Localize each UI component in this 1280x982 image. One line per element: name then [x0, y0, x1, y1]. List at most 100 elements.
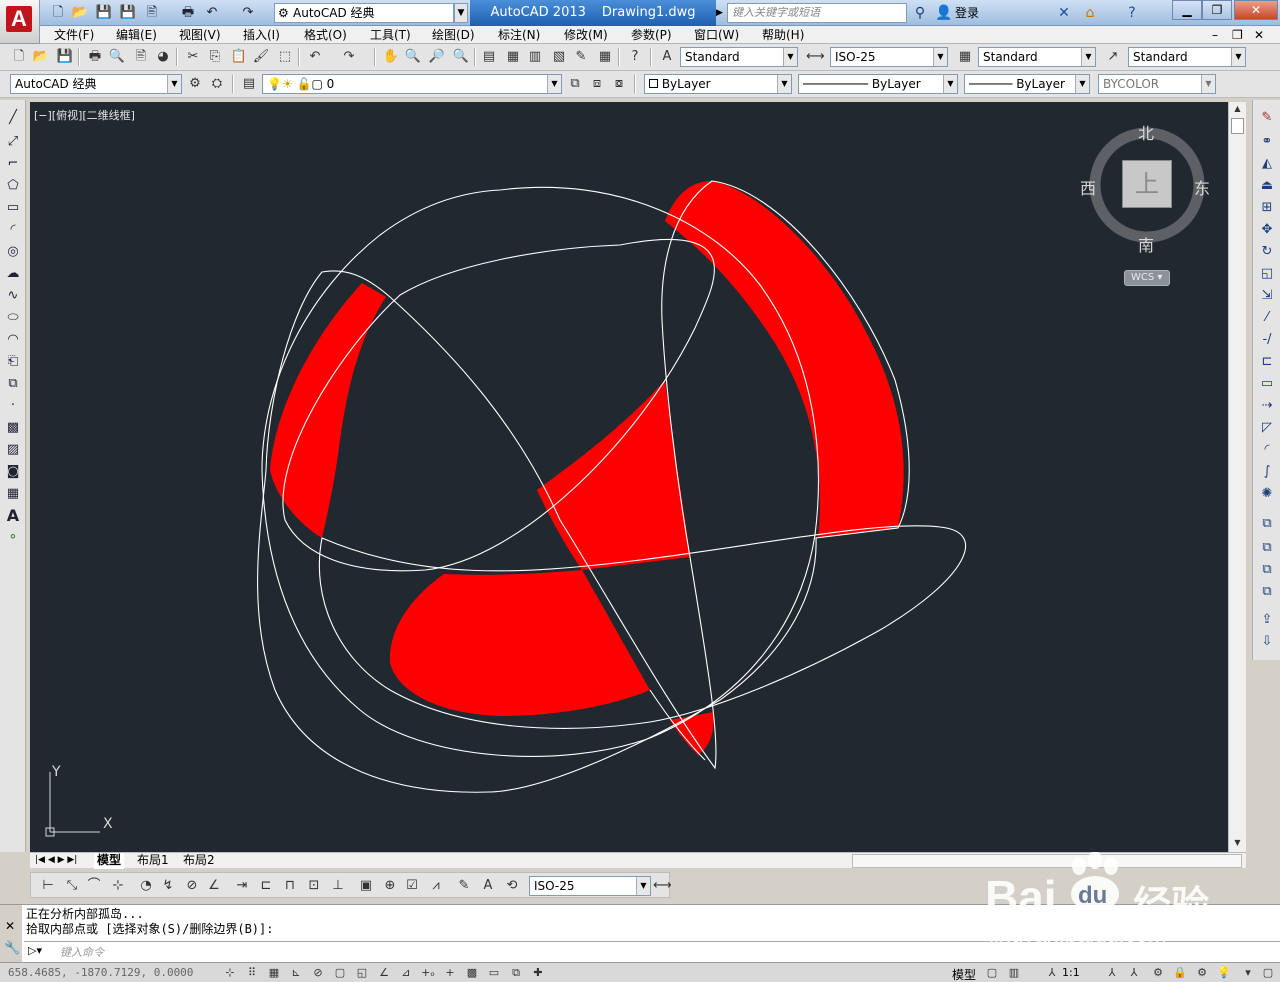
plotstyle-select[interactable]: BYCOLOR ▼: [1098, 74, 1216, 94]
arc-icon[interactable]: ◜: [3, 220, 23, 240]
annotation-visibility-icon[interactable]: ⅄: [1104, 965, 1120, 981]
extend-icon[interactable]: -/: [1257, 330, 1277, 350]
clean-screen-icon[interactable]: ▢: [1260, 965, 1276, 981]
quick-view-layouts-icon[interactable]: ▢: [984, 965, 1000, 981]
menu-draw[interactable]: 绘图(D): [432, 26, 475, 44]
offset-icon[interactable]: ⏏: [1257, 176, 1277, 196]
tab-model[interactable]: 模型: [94, 853, 125, 869]
osnap-icon[interactable]: ▢: [332, 965, 348, 981]
mdi-close-button[interactable]: ✕: [1254, 26, 1264, 44]
rectangle-icon[interactable]: ▭: [3, 198, 23, 218]
center-mark-icon[interactable]: ⊕: [381, 877, 399, 895]
layer-properties-icon[interactable]: ▤: [240, 75, 258, 93]
redo-icon[interactable]: ↷: [238, 3, 258, 23]
application-menu-button[interactable]: A: [0, 0, 40, 44]
tab-layout1[interactable]: 布局1: [134, 853, 172, 869]
zoom-previous-icon[interactable]: 🔍: [452, 48, 470, 66]
zoom-window-icon[interactable]: 🔎: [428, 48, 446, 66]
menu-parametric[interactable]: 参数(P): [631, 26, 672, 44]
baseline-dim-icon[interactable]: ⊏: [257, 877, 275, 895]
point-icon[interactable]: ·: [3, 396, 23, 416]
properties-icon[interactable]: ▤: [480, 48, 498, 66]
help-icon[interactable]: ?: [626, 48, 644, 66]
linetype-select[interactable]: ───────── ByLayer ▼: [798, 74, 958, 94]
zoom-realtime-icon[interactable]: 🔍: [404, 48, 422, 66]
vertical-scrollbar[interactable]: ▲ ▼: [1228, 102, 1246, 852]
menu-edit[interactable]: 编辑(E): [116, 26, 157, 44]
snap-icon[interactable]: ⠿: [244, 965, 260, 981]
move-icon[interactable]: ✥: [1257, 220, 1277, 240]
viewcube[interactable]: 北 南 西 东 上: [1080, 120, 1212, 255]
menu-tools[interactable]: 工具(T): [370, 26, 411, 44]
otrack-icon[interactable]: ∠: [376, 965, 392, 981]
menu-help[interactable]: 帮助(H): [762, 26, 804, 44]
dim-break-icon[interactable]: ⊥: [329, 877, 347, 895]
sheet-set-icon[interactable]: ▧: [550, 48, 568, 66]
infer-constraints-icon[interactable]: ⊹: [222, 965, 238, 981]
copy-object-icon[interactable]: ⚭: [1257, 132, 1277, 152]
draworder-front-icon[interactable]: ⧉: [1257, 514, 1277, 534]
text-style-select[interactable]: Standard ▼: [680, 47, 798, 67]
dim-style-manager-icon[interactable]: ⟷: [653, 877, 672, 895]
hatch-region-small-bottom[interactable]: [670, 712, 714, 755]
undo-icon[interactable]: ↶: [202, 3, 222, 23]
menu-file[interactable]: 文件(F): [54, 26, 94, 44]
open-file-icon[interactable]: 📂: [70, 3, 90, 23]
dyn-icon[interactable]: +ₒ: [420, 965, 436, 981]
hatch-to-back-icon[interactable]: ⇩: [1257, 632, 1277, 652]
circle-icon[interactable]: ◎: [3, 242, 23, 262]
inspection-icon[interactable]: ☑: [403, 877, 421, 895]
ordinate-dim-icon[interactable]: ⊹: [109, 877, 127, 895]
mirror-icon[interactable]: ◭: [1257, 154, 1277, 174]
redo-icon[interactable]: ↷: [340, 48, 358, 66]
quick-view-drawings-icon[interactable]: ▥: [1006, 965, 1022, 981]
angular-dim-icon[interactable]: ∠: [205, 877, 223, 895]
chevron-down-icon[interactable]: ▼: [454, 3, 468, 23]
qnew-icon[interactable]: 🗋: [10, 48, 28, 66]
dim-edit-icon[interactable]: ✎: [455, 877, 473, 895]
paste-icon[interactable]: 📋: [230, 48, 248, 66]
toolbar-lock-icon[interactable]: 🔒: [1172, 965, 1188, 981]
hatch-region-center[interactable]: [537, 380, 690, 570]
hatch-region-top-right[interactable]: [665, 181, 904, 538]
table-style-select[interactable]: Standard ▼: [978, 47, 1096, 67]
color-select[interactable]: ByLayer ▼: [644, 74, 792, 94]
command-input[interactable]: ▷▾ 键入命令: [24, 941, 1280, 961]
scale-icon[interactable]: ◱: [1257, 264, 1277, 284]
table-style-icon[interactable]: ▦: [956, 48, 974, 66]
open-icon[interactable]: 📂: [32, 48, 50, 66]
menu-view[interactable]: 视图(V): [179, 26, 221, 44]
scroll-down-icon[interactable]: ▼: [1229, 836, 1246, 850]
dim-update-icon[interactable]: ⟲: [503, 877, 521, 895]
polar-icon[interactable]: ⊘: [310, 965, 326, 981]
tab-layout2[interactable]: 布局2: [180, 853, 218, 869]
save-as-icon[interactable]: 💾: [118, 3, 138, 23]
dim-text-edit-icon[interactable]: A: [479, 877, 497, 895]
auto-scale-icon[interactable]: ⅄: [1126, 965, 1142, 981]
minimize-button[interactable]: ▁: [1172, 0, 1202, 20]
dim-style-toolbar-select[interactable]: ISO-25 ▼: [529, 876, 651, 896]
dim-style-select[interactable]: ISO-25 ▼: [830, 47, 948, 67]
construction-line-icon[interactable]: ⤢: [3, 132, 23, 152]
layer-state-icon[interactable]: ⧇: [610, 75, 628, 93]
menu-format[interactable]: 格式(O): [304, 26, 347, 44]
hatch-region-left[interactable]: [270, 283, 386, 538]
binoculars-icon[interactable]: ⚲: [910, 3, 930, 23]
ducs-icon[interactable]: ⊿: [398, 965, 414, 981]
exchange-icon[interactable]: ✕: [1054, 3, 1074, 23]
blend-icon[interactable]: ∫: [1257, 462, 1277, 482]
isolate-objects-icon[interactable]: 💡: [1216, 965, 1232, 981]
annotation-monitor-icon[interactable]: ✚: [530, 965, 546, 981]
publish-icon[interactable]: 🖹: [142, 3, 162, 23]
draworder-under-icon[interactable]: ⧉: [1257, 582, 1277, 602]
annotation-scale-icon[interactable]: ⅄: [1044, 965, 1060, 981]
menu-modify[interactable]: 修改(M): [564, 26, 608, 44]
make-current-layer-icon[interactable]: ⧉: [566, 75, 584, 93]
hatch-region-bottom[interactable]: [389, 570, 650, 716]
region-icon[interactable]: ◙: [3, 462, 23, 482]
arc-length-icon[interactable]: ⌒: [85, 877, 103, 895]
command-prompt-icon[interactable]: ▷▾: [28, 944, 42, 957]
login-button[interactable]: 登录: [955, 3, 979, 23]
plot-icon[interactable]: 🖶: [86, 48, 104, 66]
help-icon[interactable]: ?: [1122, 3, 1142, 23]
